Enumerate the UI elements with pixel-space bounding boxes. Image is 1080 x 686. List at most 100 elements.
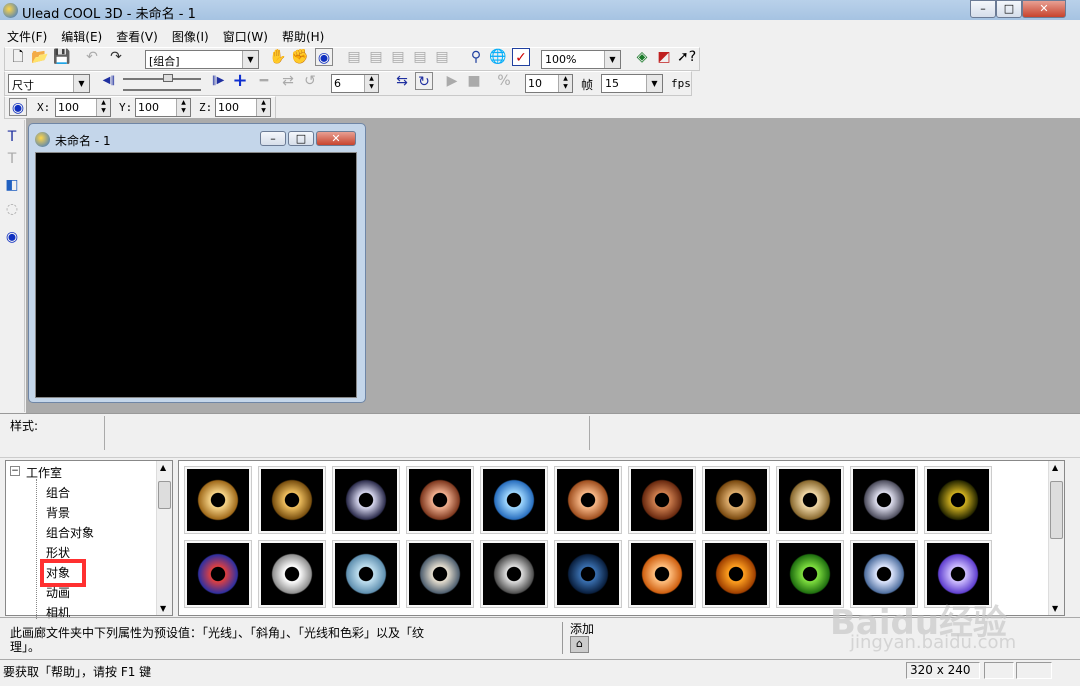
gallery-thumbnail[interactable]	[702, 540, 770, 608]
frame-number-value: 6	[334, 77, 341, 90]
gallery-thumbnail[interactable]	[702, 466, 770, 534]
frame-number-spinner[interactable]: 6 ▲ ▼	[331, 74, 379, 93]
minimize-button[interactable]: –	[970, 0, 996, 18]
x-spinner[interactable]: 100 ▲ ▼	[55, 98, 111, 117]
spin-arrows-icon[interactable]: ▲ ▼	[256, 99, 270, 116]
gallery-thumbnail[interactable]	[554, 466, 622, 534]
doc-minimize-button[interactable]: –	[260, 131, 286, 146]
open-folder-icon[interactable]: 📂	[31, 48, 49, 66]
add-keyframe-icon[interactable]: +	[231, 72, 249, 90]
spin-arrows-icon[interactable]: ▲ ▼	[558, 75, 572, 92]
checkmark-icon[interactable]: ✓	[512, 48, 530, 66]
menu-help[interactable]: 帮助(H)	[275, 22, 331, 44]
insert-object-icon[interactable]: ◧	[3, 176, 21, 194]
collapse-icon[interactable]: −	[10, 466, 20, 476]
redo-icon[interactable]: ↷	[107, 48, 125, 66]
menu-edit[interactable]: 编辑(E)	[54, 22, 109, 44]
menu-image[interactable]: 图像(I)	[165, 22, 216, 44]
last-frame-icon[interactable]: ‖▶	[209, 72, 227, 90]
align-icon-5[interactable]: ▤	[433, 48, 451, 66]
gallery-thumbnail[interactable]	[258, 540, 326, 608]
image-export-icon[interactable]: ◩	[655, 48, 673, 66]
gallery-thumbnail[interactable]	[184, 466, 252, 534]
play-icon[interactable]: ▶	[443, 72, 461, 90]
maximize-button[interactable]: □	[996, 0, 1022, 18]
gallery-thumbnail[interactable]	[776, 466, 844, 534]
save-icon[interactable]: 💾	[53, 48, 71, 66]
gallery-thumbnail[interactable]	[628, 466, 696, 534]
z-spinner[interactable]: 100 ▲ ▼	[215, 98, 271, 117]
add-to-gallery-button[interactable]: ⌂	[570, 636, 589, 653]
globe-icon[interactable]: 🌐	[489, 48, 507, 66]
y-spinner[interactable]: 100 ▲ ▼	[135, 98, 191, 117]
attribute-select[interactable]: 尺寸 ▼	[8, 74, 90, 93]
first-frame-icon[interactable]: ◀‖	[100, 72, 118, 90]
tree-root[interactable]: 工作室	[26, 464, 62, 481]
light-icon[interactable]: ⚲	[467, 48, 485, 66]
stop-icon[interactable]: ■	[465, 72, 483, 90]
gallery-thumbnail[interactable]	[332, 466, 400, 534]
zoom-select[interactable]: 100% ▼	[541, 50, 621, 69]
rotate-hand-icon[interactable]: ✊	[291, 48, 309, 66]
edit-object-icon[interactable]: ◌	[3, 200, 21, 218]
position-toolbar: ◉ X: 100 ▲ ▼ Y: 100 ▲ ▼ Z: 100 ▲ ▼	[4, 96, 276, 119]
total-frames-spinner[interactable]: 10 ▲ ▼	[525, 74, 573, 93]
align-icon-1[interactable]: ▤	[345, 48, 363, 66]
fps-value: 15	[605, 77, 619, 90]
gallery-thumbnail[interactable]	[628, 540, 696, 608]
gallery-thumbnail[interactable]	[332, 540, 400, 608]
gallery-thumbnail[interactable]	[184, 540, 252, 608]
spin-arrows-icon[interactable]: ▲ ▼	[176, 99, 190, 116]
gallery-thumbnail[interactable]	[480, 466, 548, 534]
fps-select[interactable]: 15 ▼	[601, 74, 663, 93]
tree-item-animation[interactable]: 动画	[46, 584, 70, 601]
loop-icon[interactable]: ⇆	[393, 72, 411, 90]
edit-text-icon[interactable]: T	[3, 150, 21, 168]
torus-preview	[631, 469, 693, 531]
align-icon-2[interactable]: ▤	[367, 48, 385, 66]
new-file-icon[interactable]: 🗋	[9, 48, 27, 66]
tree-item-group[interactable]: 组合	[46, 484, 70, 501]
object-select[interactable]: [组合] ▼	[145, 50, 259, 69]
gallery-thumbnail[interactable]	[924, 466, 992, 534]
tree-item-group-object[interactable]: 组合对象	[46, 524, 94, 541]
percent-icon[interactable]: %	[495, 72, 513, 90]
size-object-icon[interactable]: ◉	[315, 48, 333, 66]
spin-arrows-icon[interactable]: ▲ ▼	[364, 75, 378, 92]
web-export-icon[interactable]: ◈	[633, 48, 651, 66]
position-mode-icon[interactable]: ◉	[9, 98, 27, 116]
gallery-thumbnail[interactable]	[406, 540, 474, 608]
tree-scrollbar[interactable]: ▲ ▼	[156, 461, 172, 615]
insert-geometry-icon[interactable]: ◉	[3, 228, 21, 246]
doc-maximize-button[interactable]: □	[288, 131, 314, 146]
frame-slider-thumb[interactable]	[163, 74, 173, 82]
gallery-thumbnail[interactable]	[258, 466, 326, 534]
reverse-icon[interactable]: ↺	[301, 72, 319, 90]
3d-canvas[interactable]	[35, 152, 357, 398]
undo-icon[interactable]: ↶	[83, 48, 101, 66]
split-icon[interactable]: ⇄	[279, 72, 297, 90]
align-icon-3[interactable]: ▤	[389, 48, 407, 66]
close-button[interactable]: ✕	[1022, 0, 1066, 18]
pingpong-icon[interactable]: ↻	[415, 72, 433, 90]
gallery-thumbnail[interactable]	[850, 466, 918, 534]
remove-keyframe-icon[interactable]: ━	[255, 72, 273, 90]
status-help-text: 要获取「帮助」，请按 F1 键	[3, 665, 152, 679]
align-icon-4[interactable]: ▤	[411, 48, 429, 66]
menu-view[interactable]: 查看(V)	[109, 22, 165, 44]
menu-window[interactable]: 窗口(W)	[216, 22, 275, 44]
help-pointer-icon[interactable]: ➚?	[677, 48, 696, 66]
insert-text-icon[interactable]: T	[3, 128, 21, 146]
spin-arrows-icon[interactable]: ▲ ▼	[96, 99, 110, 116]
gallery-thumbnail[interactable]	[554, 540, 622, 608]
menu-file[interactable]: 文件(F)	[0, 22, 54, 44]
range-slider[interactable]	[123, 89, 201, 91]
doc-close-button[interactable]: ✕	[316, 131, 356, 146]
gallery-scrollbar[interactable]: ▲ ▼	[1048, 461, 1064, 615]
torus-preview	[557, 543, 619, 605]
frame-slider[interactable]	[123, 78, 201, 80]
tree-item-background[interactable]: 背景	[46, 504, 70, 521]
gallery-thumbnail[interactable]	[406, 466, 474, 534]
move-hand-icon[interactable]: ✋	[269, 48, 287, 66]
gallery-thumbnail[interactable]	[480, 540, 548, 608]
